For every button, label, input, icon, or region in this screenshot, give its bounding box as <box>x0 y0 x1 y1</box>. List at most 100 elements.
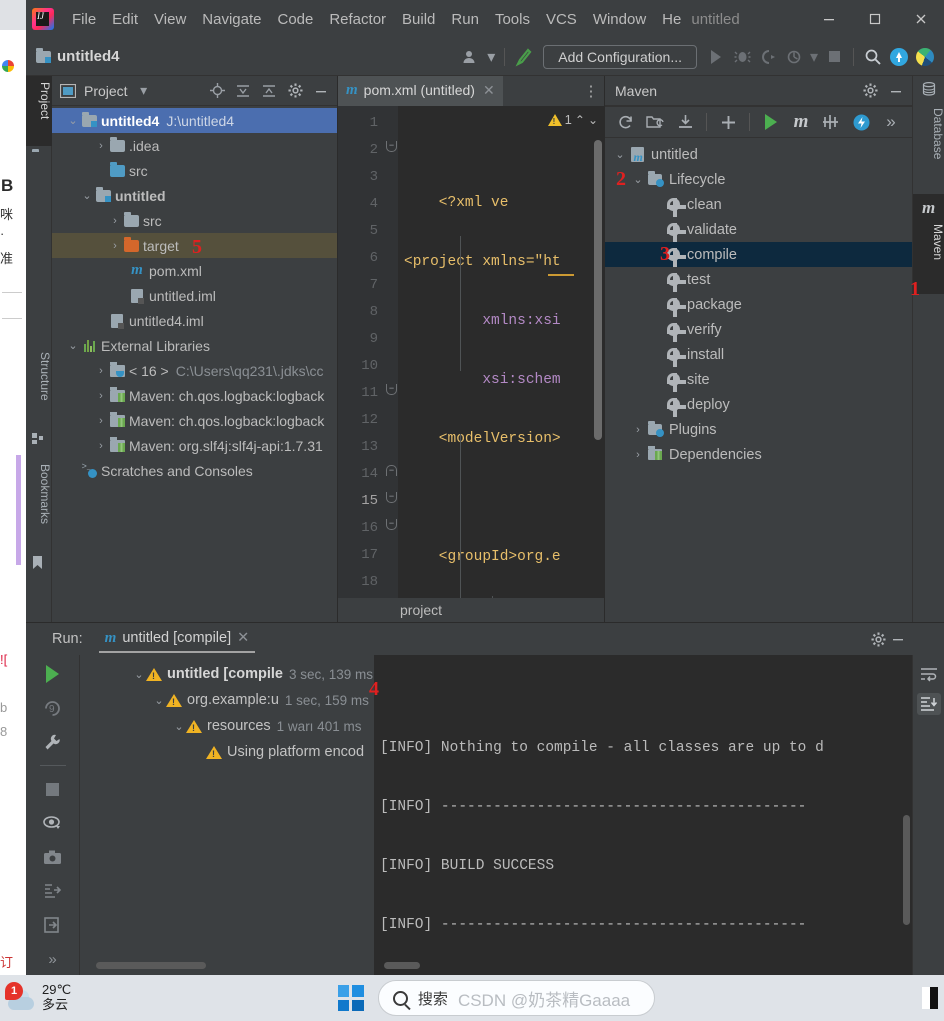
maven-goal-clean[interactable]: clean <box>605 192 912 217</box>
export-icon[interactable] <box>41 880 65 902</box>
menu-run[interactable]: Run <box>443 8 487 31</box>
minimize-icon[interactable] <box>886 81 906 101</box>
run-tree-item-resources[interactable]: ⌄ resources 1 warı 401 ms <box>80 713 374 739</box>
editor-fold-column[interactable]: − − − − − <box>384 106 398 622</box>
maven-goal-test[interactable]: test <box>605 267 912 292</box>
tree-item-untitled4-iml[interactable]: untitled4.iml <box>52 308 337 333</box>
add-configuration-button[interactable]: Add Configuration... <box>543 44 697 69</box>
minimize-icon[interactable] <box>888 629 908 649</box>
gear-icon[interactable] <box>285 81 305 101</box>
chevron-right-icon[interactable]: › <box>94 365 108 377</box>
maven-tree[interactable]: ⌄ untitled ⌄ Lifecycle clean validate <box>605 138 912 467</box>
close-button[interactable] <box>898 3 944 35</box>
menu-vcs[interactable]: VCS <box>538 8 585 31</box>
chevron-down-icon[interactable]: ▾ <box>134 81 154 101</box>
search-input[interactable]: 搜索 CSDN @奶茶精Gaaaa <box>377 980 656 1016</box>
collapse-all-icon[interactable] <box>259 81 279 101</box>
chevron-right-icon[interactable]: › <box>94 440 108 452</box>
expand-all-icon[interactable] <box>233 81 253 101</box>
chevron-up-icon[interactable]: ⌃ <box>575 113 585 127</box>
tree-item-maven-slf4j-api[interactable]: › Maven: org.slf4j:slf4j-api:1.7.31 <box>52 433 337 458</box>
run-tab-untitled-compile[interactable]: m untitled [compile] ✕ <box>98 626 256 653</box>
weather-widget[interactable]: 1 29℃ 多云 <box>5 982 71 1013</box>
menu-code[interactable]: Code <box>269 8 321 31</box>
run-tree-horizontal-scrollbar[interactable] <box>96 962 206 969</box>
windows-start-icon[interactable] <box>337 985 364 1011</box>
menubar[interactable]: File Edit View Navigate Code Refactor Bu… <box>64 8 689 31</box>
tree-item-pom-xml[interactable]: m pom.xml <box>52 258 337 283</box>
more-vertical-icon[interactable]: ⋮ <box>578 76 604 106</box>
run-test-tree[interactable]: ⌄ untitled [compile 3 sec, 139 ms ⌄ org.… <box>80 655 374 975</box>
tree-item-jdk[interactable]: › < 16 > C:\Users\qq231\.jdks\cc <box>52 358 337 383</box>
chevron-down-icon[interactable]: ⌄ <box>132 668 146 681</box>
editor-tab-pom-xml[interactable]: m pom.xml (untitled) ✕ <box>338 76 503 106</box>
folder-icon[interactable] <box>32 152 46 166</box>
chevron-down-icon[interactable]: ⌄ <box>631 173 645 186</box>
console-output[interactable]: [INFO] Nothing to compile - all classes … <box>374 655 944 975</box>
editor-code-area[interactable]: 1 2 3 4 5 6 7 8 9 10 11 12 13 14 15 16 1… <box>338 106 604 622</box>
run-tree-item-using-platform-encoding[interactable]: Using platform encod <box>80 739 374 765</box>
locate-file-icon[interactable] <box>207 81 227 101</box>
wrench-settings-icon[interactable] <box>41 731 65 753</box>
chevron-right-icon[interactable]: › <box>631 424 645 436</box>
chevron-right-icon[interactable]: › <box>631 449 645 461</box>
breadcrumb-item-project[interactable]: project <box>400 602 442 618</box>
tree-item-maven-logback-core[interactable]: › Maven: ch.qos.logback:logback <box>52 408 337 433</box>
profiler-icon[interactable] <box>781 45 807 69</box>
more-icon[interactable]: » <box>877 110 905 134</box>
tree-item-maven-logback-classic[interactable]: › Maven: ch.qos.logback:logback <box>52 383 337 408</box>
editor-text[interactable]: <?xml ve <project xmlns="ht xmlns:xsi xs… <box>398 106 604 622</box>
tree-item-idea[interactable]: › .idea <box>52 133 337 158</box>
chevron-down-icon[interactable]: ⌄ <box>66 114 80 127</box>
run-tree-item-untitled-compile[interactable]: ⌄ untitled [compile 3 sec, 139 ms <box>80 661 374 687</box>
gear-icon[interactable] <box>860 81 880 101</box>
run-with-coverage-icon[interactable] <box>755 45 781 69</box>
tree-item-untitled[interactable]: ⌄ untitled <box>52 183 337 208</box>
stop-icon[interactable] <box>41 778 65 800</box>
add-maven-project-icon[interactable] <box>714 110 742 134</box>
maven-goal-install[interactable]: install <box>605 342 912 367</box>
chevron-right-icon[interactable]: › <box>94 415 108 427</box>
console-horizontal-scrollbar[interactable] <box>384 962 420 969</box>
ide-brand-icon[interactable] <box>912 45 938 69</box>
tree-item-untitled4[interactable]: ⌄ untitled4 J:\untitled4 <box>52 108 337 133</box>
sidebar-tab-bookmarks[interactable]: Bookmarks <box>26 458 52 550</box>
maven-goal-site[interactable]: site <box>605 367 912 392</box>
chevron-down-icon[interactable]: ⌄ <box>588 113 598 127</box>
menu-help[interactable]: He <box>654 8 689 31</box>
screenshot-icon[interactable] <box>41 846 65 868</box>
toggle-skip-tests-icon[interactable] <box>817 110 845 134</box>
fold-marker-icon[interactable]: − <box>386 492 397 503</box>
chevron-right-icon[interactable]: › <box>108 215 122 227</box>
editor-vertical-scrollbar[interactable] <box>594 140 602 440</box>
menu-tools[interactable]: Tools <box>487 8 538 31</box>
chevron-down-icon[interactable]: ⌄ <box>613 148 627 161</box>
maven-goal-deploy[interactable]: deploy <box>605 392 912 417</box>
execute-maven-goal-icon[interactable] <box>757 110 785 134</box>
more-icon[interactable]: » <box>41 948 65 970</box>
fold-marker-icon[interactable]: − <box>386 384 397 395</box>
tree-item-external-libraries[interactable]: ⌄ External Libraries <box>52 333 337 358</box>
search-everywhere-icon[interactable] <box>860 45 886 69</box>
sidebar-tab-project[interactable]: Project <box>26 76 52 146</box>
inspection-widget[interactable]: 1 ⌃ ⌄ <box>545 112 600 127</box>
structure-icon[interactable] <box>32 432 46 446</box>
maven-settings-icon[interactable]: m <box>787 110 815 134</box>
close-icon[interactable]: ✕ <box>237 630 249 646</box>
project-tree[interactable]: ⌄ untitled4 J:\untitled4 › .idea src ⌄ u… <box>52 106 337 483</box>
scroll-to-end-icon[interactable] <box>916 693 941 715</box>
generate-sources-icon[interactable] <box>641 110 669 134</box>
bookmark-icon[interactable] <box>32 556 46 570</box>
update-project-icon[interactable] <box>886 45 912 69</box>
project-name-widget[interactable]: untitled4 <box>36 47 120 65</box>
maven-goal-compile[interactable]: compile <box>605 242 912 267</box>
maximize-button[interactable] <box>852 3 898 35</box>
chevron-down-icon[interactable]: ▾ <box>807 45 821 69</box>
rerun-icon[interactable] <box>41 663 65 685</box>
editor-gutter[interactable]: 1 2 3 4 5 6 7 8 9 10 11 12 13 14 15 16 1… <box>338 106 384 622</box>
maven-goal-verify[interactable]: verify <box>605 317 912 342</box>
menu-edit[interactable]: Edit <box>104 8 146 31</box>
menu-window[interactable]: Window <box>585 8 654 31</box>
run-tree-item-org-example[interactable]: ⌄ org.example:u 1 sec, 159 ms <box>80 687 374 713</box>
taskbar-app-icon[interactable] <box>922 987 938 1009</box>
